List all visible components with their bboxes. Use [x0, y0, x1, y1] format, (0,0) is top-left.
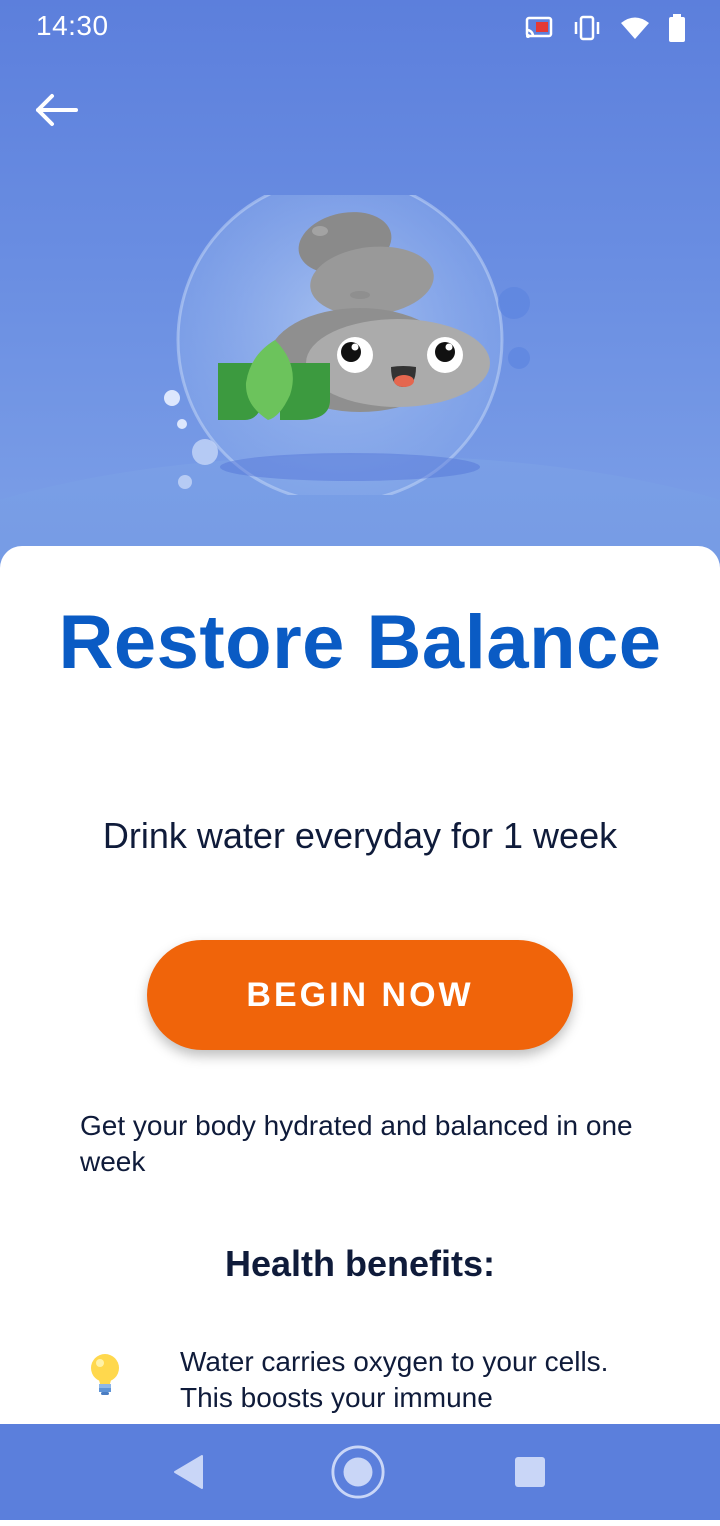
status-bar: 14:30 [0, 0, 720, 56]
benefit-item: Water carries oxygen to your cells. This… [80, 1344, 640, 1424]
vibrate-icon [574, 15, 600, 41]
light-bulb-icon [91, 1354, 119, 1395]
benefits-heading: Health benefits: [224, 1243, 496, 1284]
nav-back-button[interactable] [160, 1444, 216, 1500]
benefit-text: Water carries oxygen to your cells. This… [180, 1346, 609, 1413]
home-circle-icon [331, 1445, 385, 1499]
page-subtitle: Drink water everyday for 1 week [102, 815, 618, 856]
page-title: Restore Balance [58, 600, 662, 685]
cast-icon [525, 16, 553, 38]
begin-now-button[interactable]: BEGIN NOW [147, 940, 573, 1050]
back-triangle-icon [174, 1455, 203, 1489]
status-icons [524, 14, 686, 42]
nav-recents-button[interactable] [502, 1444, 558, 1500]
description-text: Get your body hydrated and balanced in o… [80, 1110, 633, 1177]
system-nav-bar [0, 1424, 720, 1520]
battery-icon [669, 14, 685, 42]
hero-illustration [164, 195, 530, 495]
back-button[interactable] [28, 86, 84, 134]
recents-square-icon [515, 1457, 545, 1487]
arrow-left-icon [36, 94, 78, 126]
nav-home-button[interactable] [330, 1444, 386, 1500]
status-time: 14:30 [36, 10, 109, 41]
wifi-icon [621, 17, 649, 39]
